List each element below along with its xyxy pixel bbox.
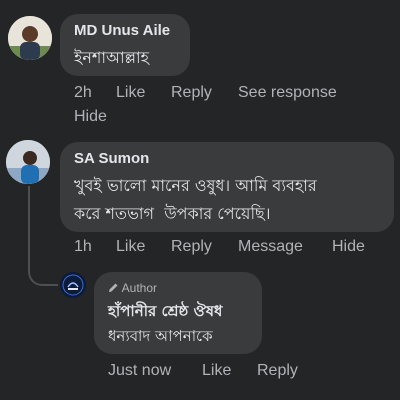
reply-actions: Just now Like Reply (0, 362, 400, 384)
comment-author[interactable]: SA Sumon (74, 150, 149, 167)
reply-button[interactable]: Reply (257, 362, 298, 380)
like-button[interactable]: Like (202, 362, 231, 380)
reply-bubble: Author হাঁপানীর শ্রেষ্ঠ ঔষধ ধন্যবাদ আপনা… (94, 272, 262, 354)
author-badge: Author (108, 281, 157, 295)
comment-timestamp[interactable]: 2h (74, 84, 92, 102)
comment-actions: 2h Like Reply See response Hide (0, 84, 400, 128)
comment-text: ইনশাআল্লাহ (74, 48, 150, 67)
reply-button[interactable]: Reply (171, 238, 212, 256)
author-badge-label: Author (121, 281, 158, 295)
comment-bubble: MD Unus Aile ইনশাআল্লাহ (60, 14, 190, 76)
comment-bubble: SA Sumon খুবই ভালো মানের ওষুধ। আমি ব্যবহ… (60, 142, 394, 232)
avatar[interactable] (8, 16, 52, 60)
see-response-button[interactable]: See response (238, 84, 337, 102)
hide-button[interactable]: Hide (332, 238, 365, 256)
comment-timestamp[interactable]: 1h (74, 238, 92, 256)
message-button[interactable]: Message (238, 238, 303, 256)
like-button[interactable]: Like (116, 238, 145, 256)
avatar[interactable] (6, 140, 50, 184)
thread-connector (28, 262, 58, 286)
reply-text: ধন্যবাদ আপনাকে (108, 327, 213, 345)
pencil-icon (109, 283, 118, 292)
reply-button[interactable]: Reply (171, 84, 212, 102)
hide-button[interactable]: Hide (74, 108, 107, 126)
like-button[interactable]: Like (116, 84, 145, 102)
avatar[interactable] (60, 272, 86, 298)
reply-timestamp[interactable]: Just now (108, 362, 171, 380)
comment-author[interactable]: MD Unus Aile (74, 22, 170, 39)
comment-text-line: খুবই ভালো মানের ওষুধ। আমি ব্যবহার (74, 176, 317, 195)
comment-text-line: করে শতভাগ উপকার পেয়েছি। (74, 204, 271, 223)
comment-actions: 1h Like Reply Message Hide (0, 238, 400, 260)
